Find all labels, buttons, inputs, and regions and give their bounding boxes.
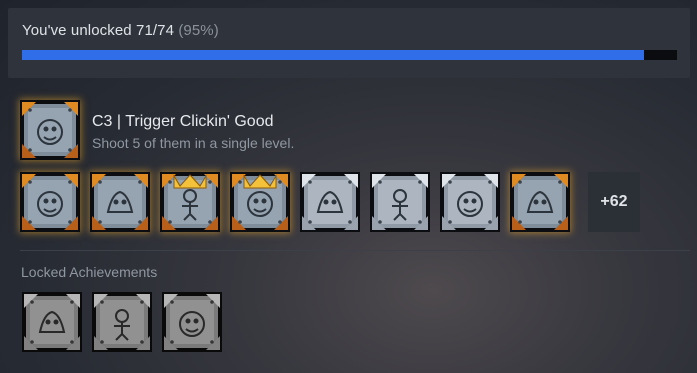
crate-ankh-icon[interactable] <box>230 172 290 232</box>
crate-wolf-icon[interactable] <box>92 292 152 352</box>
crate-helmet-icon[interactable] <box>22 292 82 352</box>
crate-target-icon[interactable] <box>20 100 80 160</box>
crate-dancer-icon[interactable] <box>370 172 430 232</box>
crate-pirate-icon[interactable] <box>90 172 150 232</box>
locked-achievements-row <box>22 292 242 352</box>
recent-achievement-title: C3 | Trigger Clickin' Good <box>92 113 274 130</box>
progress-label: You've unlocked 71/74 (95%) <box>22 22 219 39</box>
divider <box>20 250 690 251</box>
crate-mask-icon[interactable] <box>162 292 222 352</box>
unlocked-achievements-row: +62 <box>20 172 680 232</box>
crate-crown-icon[interactable] <box>160 172 220 232</box>
progress-percent: (95%) <box>178 22 219 39</box>
recent-achievement-description: Shoot 5 of them in a single level. <box>92 135 295 151</box>
progress-bar-fill <box>22 50 645 60</box>
crate-figure-icon[interactable] <box>300 172 360 232</box>
progress-bar <box>22 50 677 60</box>
progress-count: You've unlocked 71/74 <box>22 22 175 39</box>
recent-achievement[interactable]: C3 | Trigger Clickin' Good Shoot 5 of th… <box>20 100 680 162</box>
more-achievements-button[interactable]: +62 <box>588 172 640 232</box>
crate-skull-icon[interactable] <box>20 172 80 232</box>
crate-bandicoot-icon[interactable] <box>510 172 570 232</box>
locked-achievements-header: Locked Achievements <box>21 264 158 280</box>
progress-card: You've unlocked 71/74 (95%) <box>8 8 690 78</box>
crate-creature-icon[interactable] <box>440 172 500 232</box>
